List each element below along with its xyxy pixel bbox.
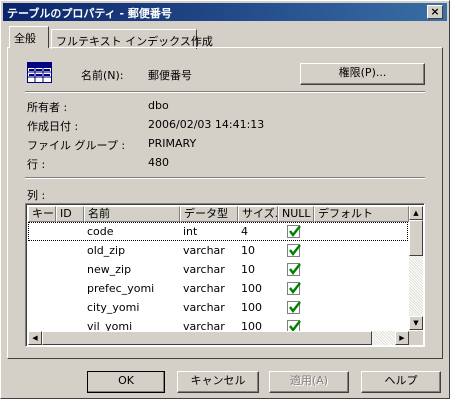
- columns-label: 列 :: [27, 189, 46, 202]
- column-size: 4: [241, 225, 248, 238]
- cancel-button[interactable]: キャンセル: [177, 371, 259, 393]
- table-row[interactable]: city_yomi varchar 100: [28, 298, 408, 317]
- checkmark-icon: [289, 225, 301, 237]
- null-checkbox[interactable]: [287, 301, 301, 314]
- vertical-scroll-thumb[interactable]: [409, 220, 423, 256]
- null-checkbox[interactable]: [287, 320, 301, 331]
- tab-general-label: 全般: [14, 32, 36, 45]
- checkmark-icon: [289, 320, 301, 331]
- properties-dialog: テーブルのプロパティ - 郵便番号 × 全般 フルテキスト インデックス作成 名…: [0, 0, 450, 399]
- rows-value: 480: [148, 156, 169, 169]
- column-name: old_zip: [87, 244, 126, 257]
- permissions-button[interactable]: 権限(P)...: [300, 63, 425, 85]
- horizontal-scroll-thumb[interactable]: [42, 331, 372, 345]
- owner-label: 所有者 :: [27, 101, 68, 114]
- table-row[interactable]: prefec_yomi varchar 100: [28, 279, 408, 298]
- divider-top: [25, 91, 425, 93]
- name-value: 郵便番号: [148, 69, 192, 82]
- column-name: prefec_yomi: [87, 282, 155, 295]
- column-size: 100: [241, 320, 262, 331]
- null-checkbox[interactable]: [287, 225, 301, 238]
- column-type: varchar: [183, 263, 225, 276]
- null-checkbox[interactable]: [287, 263, 301, 276]
- table-row[interactable]: old_zip varchar 10: [28, 241, 408, 260]
- scroll-up-icon[interactable]: ▲: [409, 206, 423, 220]
- tab-general[interactable]: 全般: [9, 26, 49, 48]
- horizontal-scrollbar[interactable]: ◀ ▶: [28, 331, 409, 345]
- column-size: 10: [241, 244, 255, 257]
- help-button[interactable]: ヘルプ: [361, 371, 441, 393]
- header-size[interactable]: サイズ...: [238, 206, 278, 222]
- column-type: int: [183, 225, 198, 238]
- column-name: vil_yomi: [87, 320, 133, 331]
- divider-middle: [25, 177, 425, 179]
- created-label: 作成日付 :: [27, 120, 79, 133]
- checkmark-icon: [289, 282, 301, 294]
- null-checkbox[interactable]: [287, 282, 301, 295]
- checkmark-icon: [289, 263, 301, 275]
- null-checkbox[interactable]: [287, 244, 301, 257]
- column-size: 10: [241, 263, 255, 276]
- column-type: varchar: [183, 301, 225, 314]
- table-row[interactable]: code int 4: [28, 222, 408, 241]
- column-type: varchar: [183, 320, 225, 331]
- checkmark-icon: [289, 301, 301, 313]
- header-id[interactable]: ID: [56, 206, 84, 222]
- header-null[interactable]: NULL: [278, 206, 314, 222]
- column-size: 100: [241, 301, 262, 314]
- scroll-right-icon[interactable]: ▶: [395, 331, 409, 345]
- name-label: 名前(N):: [81, 69, 124, 82]
- table-row[interactable]: vil_yomi varchar 100: [28, 317, 408, 331]
- header-key[interactable]: キー: [28, 206, 56, 222]
- filegroup-value: PRIMARY: [148, 137, 197, 150]
- table-icon: [27, 62, 53, 84]
- header-datatype[interactable]: データ型: [180, 206, 238, 222]
- table-row[interactable]: new_zip varchar 10: [28, 260, 408, 279]
- column-type: varchar: [183, 282, 225, 295]
- columns-grid[interactable]: キー ID 名前 データ型 サイズ... NULL デフォルト code int…: [25, 203, 425, 347]
- filegroup-label: ファイル グループ :: [27, 139, 126, 152]
- scrollbar-corner: [409, 331, 423, 345]
- column-size: 100: [241, 282, 262, 295]
- checkmark-icon: [289, 244, 301, 256]
- close-button[interactable]: ×: [427, 5, 443, 19]
- scroll-down-icon[interactable]: ▼: [409, 316, 423, 330]
- title-bar[interactable]: テーブルのプロパティ - 郵便番号 ×: [3, 3, 447, 21]
- column-name: new_zip: [87, 263, 132, 276]
- window-title: テーブルのプロパティ - 郵便番号: [7, 7, 172, 20]
- column-type: varchar: [183, 244, 225, 257]
- header-name[interactable]: 名前: [84, 206, 180, 222]
- column-name: code: [87, 225, 114, 238]
- header-default[interactable]: デフォルト: [314, 206, 409, 222]
- rows-label: 行 :: [27, 158, 46, 171]
- apply-button[interactable]: 適用(A): [269, 371, 349, 393]
- owner-value: dbo: [148, 99, 169, 112]
- scroll-left-icon[interactable]: ◀: [28, 331, 42, 345]
- vertical-scrollbar[interactable]: ▲ ▼: [409, 206, 423, 330]
- ok-button[interactable]: OK: [87, 371, 165, 393]
- created-value: 2006/02/03 14:41:13: [148, 118, 265, 131]
- tab-fulltext-index[interactable]: フルテキスト インデックス作成: [51, 29, 213, 49]
- column-name: city_yomi: [87, 301, 140, 314]
